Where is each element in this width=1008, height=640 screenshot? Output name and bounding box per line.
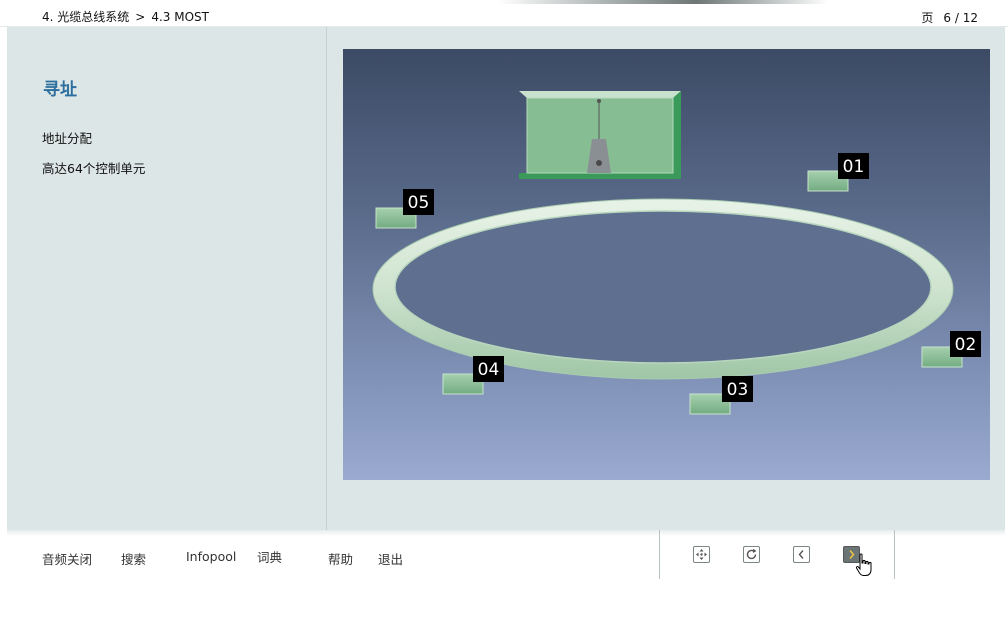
- node-01[interactable]: 01: [807, 153, 869, 192]
- page-label: 页: [921, 11, 934, 25]
- optical-ring-inner: [395, 211, 931, 363]
- node-04[interactable]: 04: [442, 356, 504, 395]
- chevron-left-icon: [798, 550, 804, 559]
- footer-bar: 音频关闭 搜索 Infopool 词典 帮助 退出: [0, 530, 1008, 640]
- node-01-label: 01: [843, 157, 865, 177]
- overview-button[interactable]: [693, 546, 710, 563]
- previous-button[interactable]: [793, 546, 810, 563]
- node-03-label: 03: [727, 380, 749, 400]
- page-title: 寻址: [43, 80, 77, 100]
- node-02-label: 02: [955, 335, 977, 355]
- bullet-control-units: 高达64个控制单元: [42, 161, 146, 176]
- master-control-unit: [519, 91, 681, 179]
- node-05[interactable]: 05: [375, 189, 434, 229]
- left-panel: 寻址 地址分配 高达64个控制单元: [7, 27, 327, 530]
- header-decoration: [498, 0, 828, 4]
- exit-button[interactable]: 退出: [378, 549, 403, 568]
- node-02[interactable]: 02: [921, 331, 981, 368]
- hand-cursor-icon: [855, 553, 872, 576]
- node-05-label: 05: [408, 193, 430, 213]
- audio-off-button[interactable]: 音频关闭: [42, 549, 92, 568]
- content-area: 寻址 地址分配 高达64个控制单元 01 02 03 04 05: [7, 27, 1005, 530]
- search-button[interactable]: 搜索: [121, 549, 146, 568]
- overview-icon: [696, 549, 707, 560]
- breadcrumb-separator: >: [135, 10, 146, 24]
- breadcrumb-section[interactable]: 4.3 MOST: [151, 10, 209, 24]
- diagram-canvas: 01 02 03 04 05: [372, 91, 981, 415]
- node-03[interactable]: 03: [689, 376, 753, 415]
- help-button[interactable]: 帮助: [328, 549, 353, 568]
- reload-button[interactable]: [743, 546, 760, 563]
- infopool-button[interactable]: Infopool: [186, 549, 236, 564]
- most-ring-diagram: 01 02 03 04 05: [343, 49, 990, 480]
- breadcrumb-chapter[interactable]: 4. 光缆总线系统: [42, 10, 129, 24]
- page-indicator: 页 6 / 12: [921, 9, 978, 26]
- node-04-label: 04: [478, 360, 500, 380]
- page-number: 6 / 12: [943, 11, 978, 25]
- dictionary-button[interactable]: 词典: [257, 547, 282, 566]
- breadcrumb: 4. 光缆总线系统 >4.3 MOST: [42, 8, 209, 25]
- reload-icon: [746, 548, 757, 560]
- top-bar: 4. 光缆总线系统 >4.3 MOST 页 6 / 12: [0, 0, 1008, 27]
- bullet-address-assignment: 地址分配: [42, 131, 93, 146]
